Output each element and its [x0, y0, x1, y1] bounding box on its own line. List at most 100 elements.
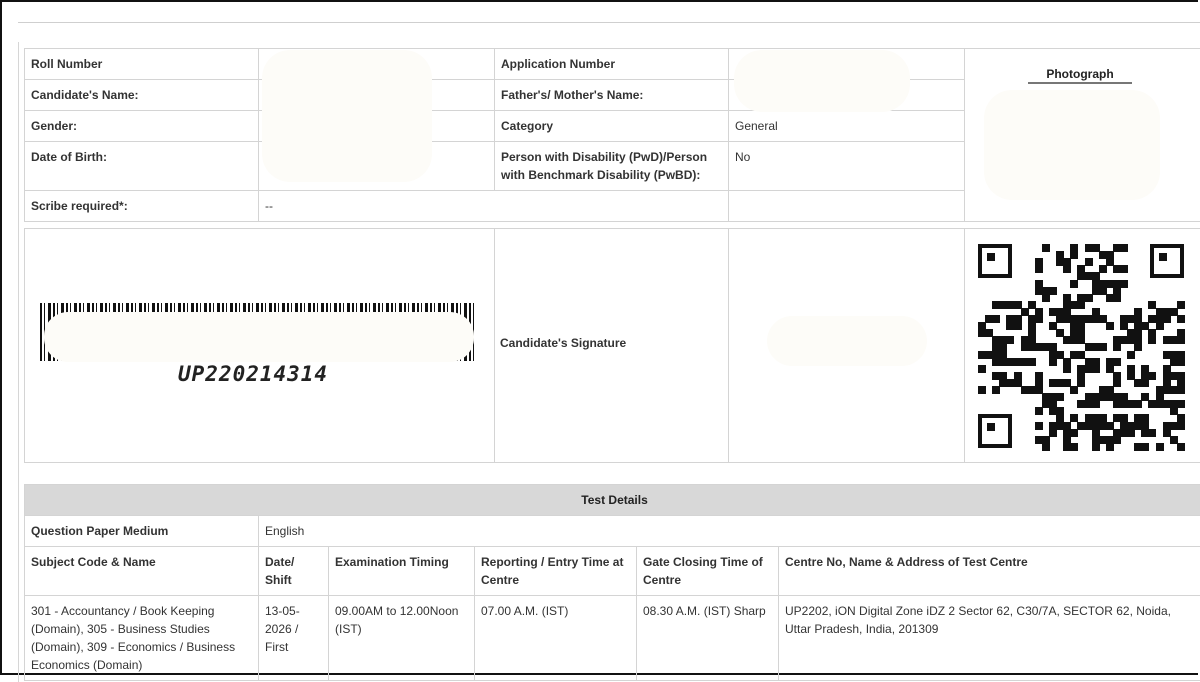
subject-value: 301 - Accountancy / Book Keeping (Domain…	[25, 596, 259, 681]
qr-module	[1099, 265, 1107, 273]
qr-module	[1113, 294, 1121, 302]
qr-code	[978, 244, 1184, 448]
qr-module	[1063, 265, 1071, 273]
qr-finder-bottom-left	[978, 414, 1012, 448]
test-details-title: Test Details	[25, 485, 1200, 516]
category-value: General	[729, 111, 965, 142]
qr-module	[1177, 358, 1185, 366]
test-details-table: Test Details Question Paper Medium Engli…	[24, 484, 1200, 681]
redacted-personal-values	[262, 50, 432, 182]
parent-name-label: Father's/ Mother's Name:	[495, 80, 729, 111]
redacted-barcode	[44, 312, 474, 362]
date-header: Date/ Shift	[259, 547, 329, 596]
qr-module	[1148, 429, 1156, 437]
qr-module	[1063, 365, 1071, 373]
qr-finder-top-left	[978, 244, 1012, 278]
subject-header: Subject Code & Name	[25, 547, 259, 596]
qr-module	[992, 315, 1000, 323]
qr-module	[1035, 407, 1043, 415]
qr-module	[1177, 386, 1185, 394]
qr-module	[1099, 343, 1107, 351]
qr-module	[1049, 358, 1057, 366]
qr-module	[1134, 343, 1142, 351]
qr-module	[1085, 294, 1093, 302]
qr-module	[1163, 315, 1171, 323]
qr-module	[1070, 443, 1078, 451]
qr-module	[1028, 358, 1036, 366]
qr-module	[1141, 379, 1149, 387]
medium-value: English	[259, 516, 1200, 547]
qr-module	[1077, 301, 1085, 309]
table-row: 301 - Accountancy / Book Keeping (Domain…	[25, 596, 1200, 681]
qr-module	[1127, 351, 1135, 359]
qr-module	[1120, 265, 1128, 273]
qr-module	[1085, 258, 1093, 266]
qr-module	[1113, 436, 1121, 444]
category-label: Category	[495, 111, 729, 142]
qr-module	[1014, 322, 1022, 330]
qr-module	[1035, 265, 1043, 273]
qr-module	[1177, 315, 1185, 323]
scribe-empty-cell	[729, 191, 965, 222]
top-divider	[18, 22, 1200, 23]
date-value: 13-05-2026 / First	[259, 596, 329, 681]
scribe-value: --	[259, 191, 729, 222]
redacted-application-values	[734, 50, 910, 112]
roll-number-label: Roll Number	[25, 49, 259, 80]
qr-module	[1092, 365, 1100, 373]
qr-finder-top-right	[1150, 244, 1184, 278]
redacted-signature	[767, 316, 927, 366]
timing-value: 09.00AM to 12.00Noon (IST)	[329, 596, 475, 681]
centre-value: UP2202, iON Digital Zone iDZ 2 Sector 62…	[779, 596, 1200, 681]
qr-module	[1177, 443, 1185, 451]
qr-module	[1156, 443, 1164, 451]
qr-module	[1049, 429, 1057, 437]
qr-module	[1070, 429, 1078, 437]
medium-label: Question Paper Medium	[25, 516, 259, 547]
gender-label: Gender:	[25, 111, 259, 142]
qr-module	[1113, 358, 1121, 366]
dob-label: Date of Birth:	[25, 142, 259, 191]
qr-module	[1127, 429, 1135, 437]
qr-module	[1092, 400, 1100, 408]
gate-header: Gate Closing Time of Centre	[637, 547, 779, 596]
qr-module	[1156, 322, 1164, 330]
scribe-label: Scribe required*:	[25, 191, 259, 222]
qr-module	[1049, 287, 1057, 295]
qr-module	[1035, 422, 1043, 430]
timing-header: Examination Timing	[329, 547, 475, 596]
barcode-roll-text: UP220214314	[178, 362, 328, 386]
qr-module	[1177, 336, 1185, 344]
qr-module	[1120, 244, 1128, 252]
qr-module	[1177, 301, 1185, 309]
reporting-header: Reporting / Entry Time at Centre	[475, 547, 637, 596]
qr-module	[1042, 294, 1050, 302]
qr-module	[1070, 386, 1078, 394]
gate-value: 08.30 A.M. (IST) Sharp	[637, 596, 779, 681]
application-number-label: Application Number	[495, 49, 729, 80]
qr-module	[1070, 280, 1078, 288]
redacted-photograph	[984, 90, 1160, 200]
qr-module	[1006, 336, 1014, 344]
qr-module	[1077, 379, 1085, 387]
qr-module	[1056, 393, 1064, 401]
pwd-value: No	[729, 142, 965, 191]
qr-module	[1070, 251, 1078, 259]
qr-module	[1120, 280, 1128, 288]
reporting-value: 07.00 A.M. (IST)	[475, 596, 637, 681]
qr-module	[1042, 244, 1050, 252]
pwd-label: Person with Disability (PwD)/Person with…	[495, 142, 729, 191]
qr-module	[978, 386, 986, 394]
qr-module	[1148, 372, 1156, 380]
qr-module	[1092, 443, 1100, 451]
qr-module	[978, 365, 986, 373]
qr-module	[1141, 443, 1149, 451]
signature-label: Candidate's Signature	[500, 336, 626, 350]
qr-module	[1035, 315, 1043, 323]
photograph-label: Photograph	[1028, 67, 1132, 84]
qr-module	[1113, 379, 1121, 387]
qr-module	[1042, 443, 1050, 451]
qr-module	[1177, 422, 1185, 430]
candidate-name-label: Candidate's Name:	[25, 80, 259, 111]
qr-module	[992, 386, 1000, 394]
